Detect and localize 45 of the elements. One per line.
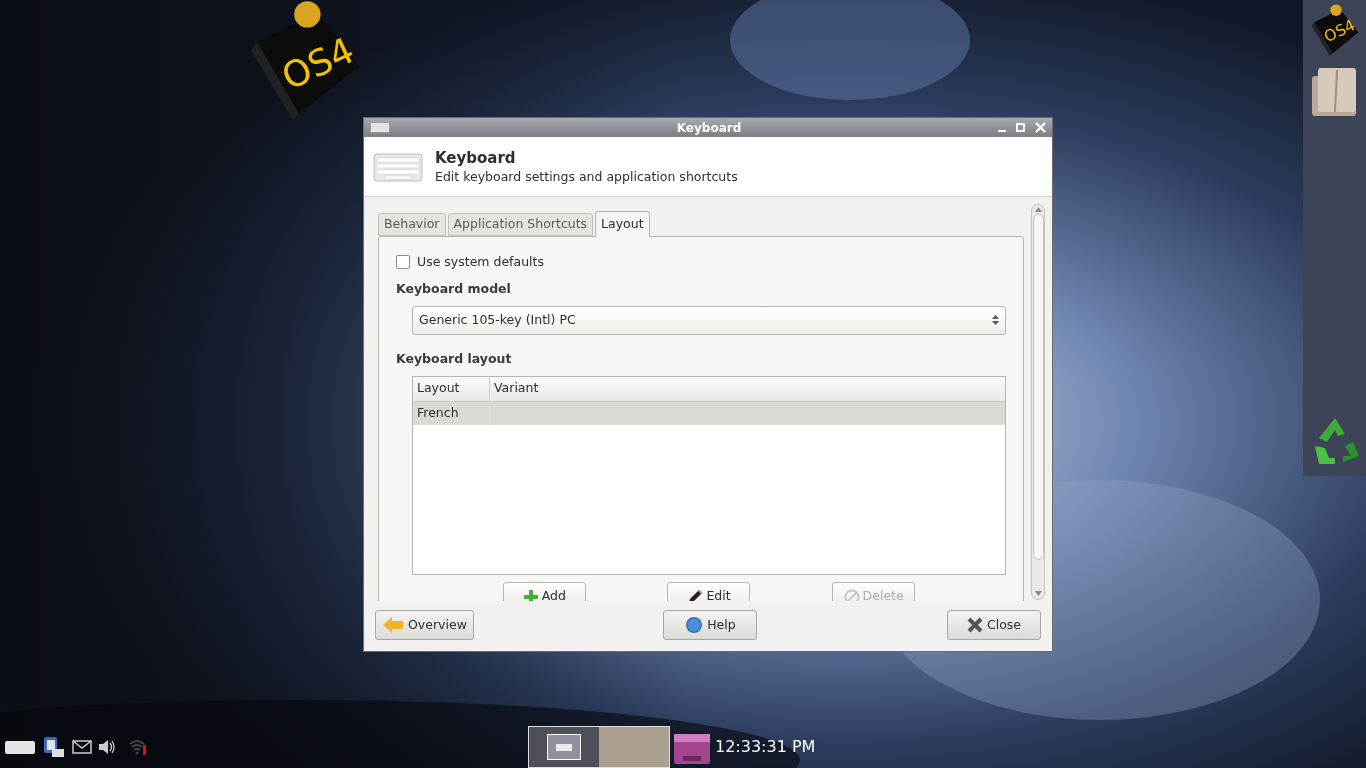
edit-button[interactable]: Edit: [667, 581, 751, 601]
spinner-arrows-icon: [992, 314, 999, 327]
prohibited-icon: [843, 588, 860, 601]
volume-icon[interactable]: [98, 739, 116, 755]
logo-text: OS4: [1322, 17, 1358, 46]
scroll-thumb[interactable]: [1032, 214, 1044, 560]
column-header[interactable]: Layout: [413, 376, 490, 401]
table-cell-text: French: [417, 403, 459, 422]
window-menu-icon[interactable]: [370, 122, 390, 133]
tab[interactable]: Behavior: [378, 213, 446, 236]
keyboard-model-dropdown[interactable]: Generic 105-key (Intl) PC: [412, 305, 1006, 335]
close-button[interactable]: Close: [947, 610, 1041, 640]
wifi-alert-icon[interactable]: [128, 738, 148, 756]
pencil-icon: [687, 588, 704, 601]
scroll-down-icon[interactable]: [1034, 591, 1042, 596]
tab[interactable]: Application Shortcuts: [447, 213, 594, 236]
minimize-icon[interactable]: [998, 129, 1006, 132]
window-icon: [547, 734, 581, 760]
help-button[interactable]: Help: [663, 610, 758, 640]
checkbox-label: Use system defaults: [417, 252, 544, 271]
scrollbar[interactable]: [1031, 204, 1045, 600]
arrow-left-icon: [382, 616, 404, 634]
maximize-icon[interactable]: [1016, 123, 1025, 132]
checkbox[interactable]: [396, 255, 410, 269]
keyboard-icon: [373, 150, 423, 183]
section-heading: Keyboard model: [396, 280, 512, 298]
logo-text: OS4: [276, 31, 360, 96]
plus-icon: [522, 588, 539, 601]
header-subtitle: Edit keyboard settings and application shortcuts: [435, 167, 738, 185]
table-row[interactable]: French: [413, 401, 1005, 425]
tab[interactable]: Layout: [595, 211, 650, 237]
close-icon: [966, 617, 983, 633]
header-title: Keyboard: [435, 148, 517, 168]
close-icon[interactable]: [1035, 122, 1046, 133]
clock: 12:33:31 PM: [715, 736, 816, 758]
overview-button[interactable]: Overview: [375, 610, 474, 640]
mail-icon[interactable]: [72, 740, 92, 754]
add-button[interactable]: Add: [502, 581, 586, 601]
column-header[interactable]: Variant: [490, 376, 1005, 401]
window-title: Keyboard: [676, 119, 742, 137]
scroll-up-icon[interactable]: [1034, 207, 1042, 212]
section-heading: Keyboard layout: [396, 349, 513, 368]
keyboard-icon[interactable]: [4, 739, 36, 755]
taskbar-button[interactable]: [529, 727, 599, 767]
clipboard-icon[interactable]: [42, 735, 66, 759]
